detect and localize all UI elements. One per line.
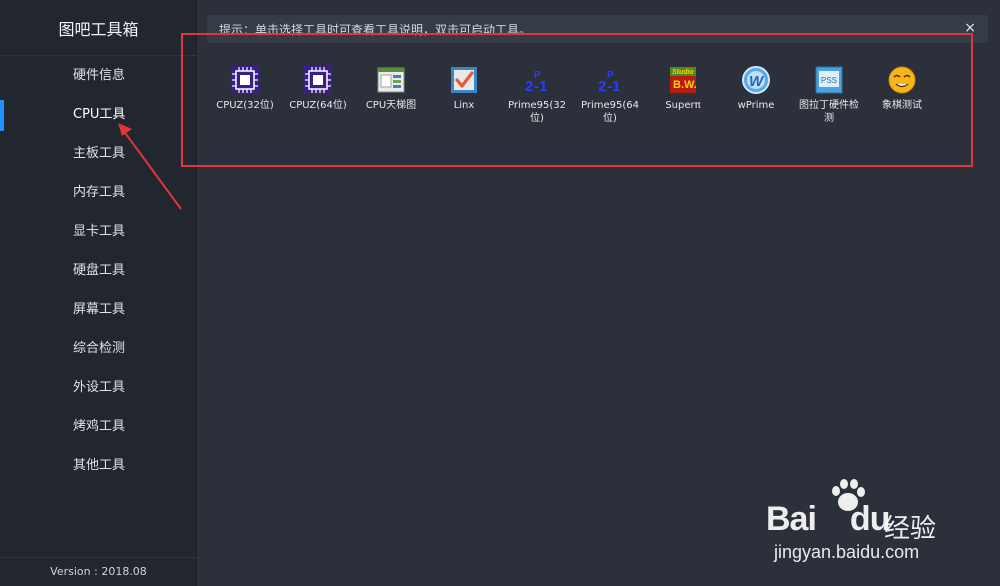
svg-text:W: W: [749, 73, 765, 90]
chess-face-icon: [888, 66, 916, 94]
sidebar-item-gpu-tools[interactable]: 显卡工具: [0, 212, 197, 251]
sidebar: 图吧工具箱 硬件信息 CPU工具 主板工具 内存工具 显卡工具 硬盘工具 屏幕工…: [0, 0, 197, 586]
svg-text:-1: -1: [607, 78, 620, 95]
tulading-icon: PSS: [815, 66, 843, 94]
wprime-icon: W: [742, 66, 770, 94]
svg-text:B.W.: B.W.: [673, 79, 697, 91]
prime95-icon: 2 P -1: [525, 70, 547, 95]
tool-label: Prime95(64位): [581, 100, 639, 124]
cpuz-icon: [304, 66, 332, 94]
baidu-jingyan-watermark: Bai du 经验 jingyan.baidu.com: [766, 478, 986, 578]
tool-label: Superπ: [665, 100, 701, 111]
watermark-jingyan: 经验: [884, 514, 937, 544]
superpi-icon: Studio B.W.: [670, 67, 697, 93]
version-label: Version : 2018.08: [50, 565, 147, 578]
sidebar-item-other-tools[interactable]: 其他工具: [0, 446, 197, 485]
sidebar-nav: 硬件信息 CPU工具 主板工具 内存工具 显卡工具 硬盘工具 屏幕工具 综合检测…: [0, 56, 197, 485]
sidebar-item-disk-tools[interactable]: 硬盘工具: [0, 251, 197, 290]
prime95-icon: 2 P -1: [598, 70, 620, 95]
sidebar-item-cpu-tools[interactable]: CPU工具: [0, 95, 197, 134]
cpuz-icon: [231, 66, 259, 94]
sidebar-item-stress-tools[interactable]: 烤鸡工具: [0, 407, 197, 446]
tool-label: wPrime: [737, 100, 775, 111]
tool-label: 图拉丁硬件检测: [799, 100, 859, 124]
tool-superpi[interactable]: Studio B.W. Superπ: [650, 64, 716, 112]
tool-chess-test[interactable]: 象棋测试: [869, 64, 935, 112]
tool-grid: CPUZ(32位) CPUZ(64位) CPU天梯图 Linx 2 P -1 P…: [212, 64, 952, 144]
svg-text:2: 2: [525, 78, 533, 95]
sidebar-item-memory-tools[interactable]: 内存工具: [0, 173, 197, 212]
tool-wprime[interactable]: W wPrime: [723, 64, 789, 112]
tool-prime95-32[interactable]: 2 P -1 Prime95(32位): [504, 64, 570, 125]
sidebar-item-screen-tools[interactable]: 屏幕工具: [0, 290, 197, 329]
tool-tulading[interactable]: PSS 图拉丁硬件检测: [796, 64, 862, 125]
tool-label: CPUZ(32位): [216, 100, 274, 111]
watermark-url: jingyan.baidu.com: [774, 542, 920, 562]
app-title: 图吧工具箱: [58, 20, 139, 39]
divider: [0, 557, 197, 558]
svg-text:-1: -1: [534, 78, 547, 95]
sidebar-item-peripheral-tools[interactable]: 外设工具: [0, 368, 197, 407]
sidebar-item-comprehensive-test[interactable]: 综合检测: [0, 329, 197, 368]
svg-text:Studio: Studio: [672, 69, 694, 76]
linx-icon: [451, 67, 477, 93]
tool-linx[interactable]: Linx: [431, 64, 497, 112]
tool-prime95-64[interactable]: 2 P -1 Prime95(64位): [577, 64, 643, 125]
sidebar-item-motherboard-tools[interactable]: 主板工具: [0, 134, 197, 173]
tool-cpuz-32[interactable]: CPUZ(32位): [212, 64, 278, 112]
cpu-ladder-icon: [377, 67, 405, 93]
tool-label: 象棋测试: [882, 100, 922, 111]
watermark-brand: Bai du: [766, 500, 890, 538]
sidebar-item-hardware-info[interactable]: 硬件信息: [0, 56, 197, 95]
tool-cpu-ladder[interactable]: CPU天梯图: [358, 64, 424, 112]
tool-label: CPU天梯图: [365, 100, 417, 111]
svg-text:2: 2: [598, 78, 606, 95]
tool-cpuz-64[interactable]: CPUZ(64位): [285, 64, 351, 112]
svg-text:PSS: PSS: [821, 76, 837, 85]
tool-label: Prime95(32位): [508, 100, 566, 124]
tool-label: CPUZ(64位): [289, 100, 347, 111]
tool-label: Linx: [453, 100, 475, 111]
